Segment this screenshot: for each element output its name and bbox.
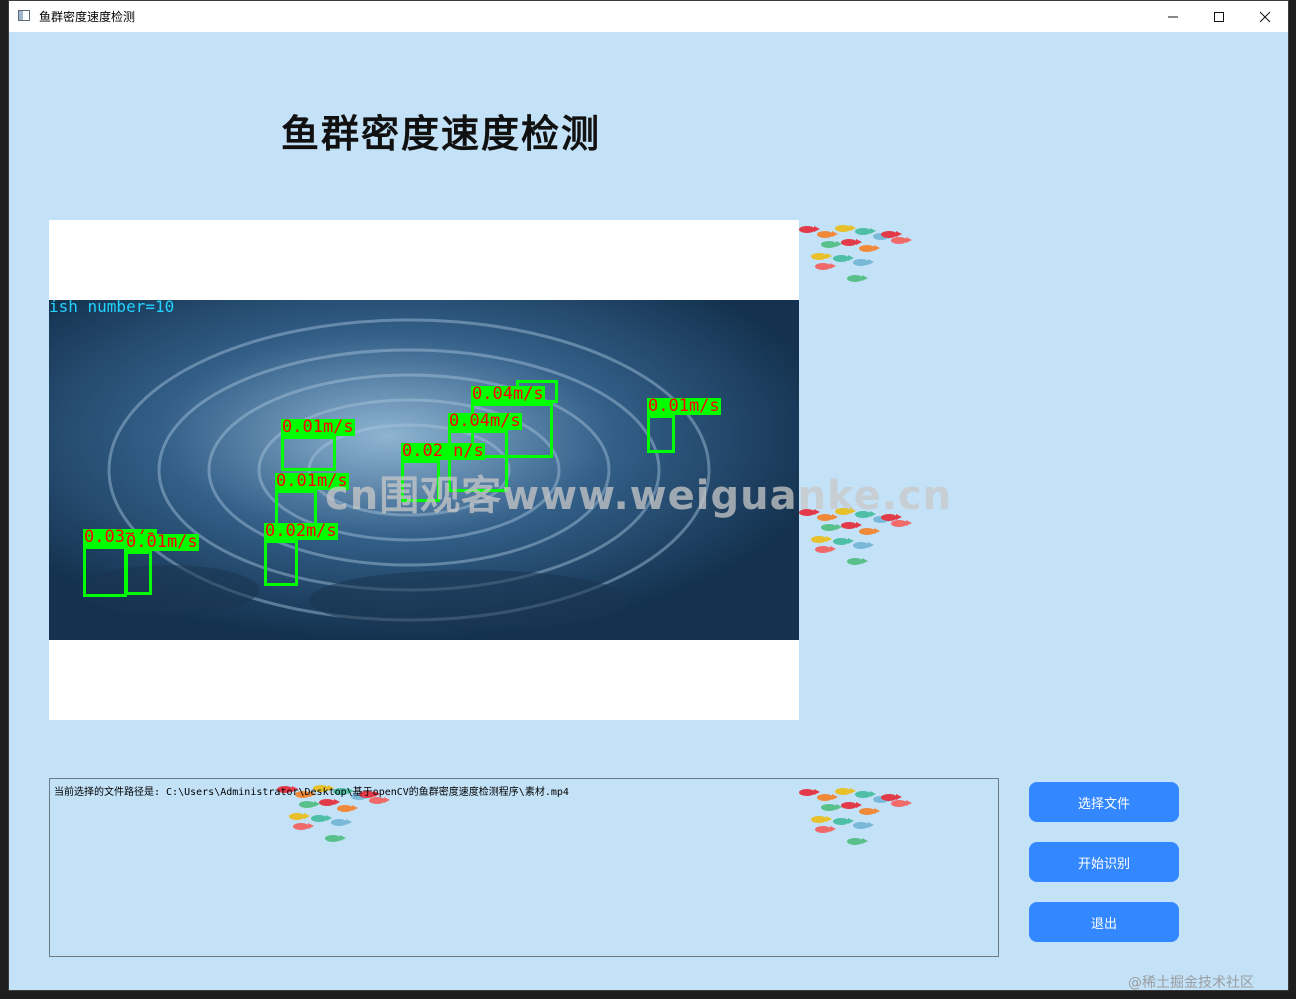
detection-box bbox=[647, 415, 675, 453]
fish-icon bbox=[811, 253, 832, 260]
start-recognition-button[interactable]: 开始识别 bbox=[1029, 842, 1179, 882]
fish-icon bbox=[841, 522, 862, 529]
speed-label: 0.02m/s bbox=[264, 521, 338, 541]
fish-icon bbox=[815, 263, 836, 270]
fish-icon bbox=[821, 524, 842, 531]
window-title: 鱼群密度速度检测 bbox=[39, 10, 136, 24]
fish-icon bbox=[817, 231, 838, 238]
fish-icon bbox=[881, 514, 902, 521]
speed-label: 0.01m/s bbox=[647, 396, 721, 416]
fish-icon bbox=[815, 546, 836, 553]
fish-decoration bbox=[799, 223, 929, 293]
fish-icon bbox=[833, 255, 854, 262]
file-path-text: 当前选择的文件路径是: C:\Users\Administrator\Deskt… bbox=[54, 787, 569, 798]
fish-icon bbox=[855, 511, 876, 518]
maximize-icon bbox=[1214, 11, 1224, 22]
minimize-icon bbox=[1168, 16, 1178, 17]
fish-count-overlay: ish number=10 bbox=[49, 300, 175, 316]
fish-icon bbox=[835, 508, 856, 515]
minimize-button[interactable] bbox=[1150, 1, 1196, 32]
fish-icon bbox=[847, 275, 868, 282]
detection-box bbox=[83, 546, 127, 597]
fish-icon bbox=[833, 538, 854, 545]
close-icon bbox=[1259, 11, 1271, 22]
fish-icon bbox=[881, 231, 902, 238]
detection-box bbox=[125, 551, 152, 595]
fish-icon bbox=[821, 241, 842, 248]
exit-button[interactable]: 退出 bbox=[1029, 902, 1179, 942]
app-icon bbox=[18, 10, 30, 21]
corner-watermark: @稀土掘金技术社区 bbox=[1128, 975, 1254, 991]
select-file-button[interactable]: 选择文件 bbox=[1029, 782, 1179, 822]
detection-box bbox=[264, 540, 298, 586]
fish-icon bbox=[799, 509, 820, 516]
fish-icon bbox=[817, 514, 838, 521]
maximize-button[interactable] bbox=[1196, 1, 1242, 32]
speed-label: 0.04m/s bbox=[471, 384, 545, 404]
fish-decoration bbox=[799, 506, 929, 576]
fish-icon bbox=[859, 528, 880, 535]
fish-icon bbox=[841, 239, 862, 246]
fish-icon bbox=[891, 237, 912, 244]
close-button[interactable] bbox=[1242, 1, 1288, 32]
fish-icon bbox=[853, 542, 874, 549]
speed-label: 0.02 n/s bbox=[401, 441, 485, 461]
fish-icon bbox=[853, 259, 874, 266]
fish-icon bbox=[859, 245, 880, 252]
file-path-textbox[interactable]: 当前选择的文件路径是: C:\Users\Administrator\Deskt… bbox=[49, 778, 999, 957]
fish-icon bbox=[855, 228, 876, 235]
page-title: 鱼群密度速度检测 bbox=[281, 112, 602, 156]
speed-label: 0.01m/s bbox=[125, 532, 199, 552]
fish-icon bbox=[811, 536, 832, 543]
speed-label: 0.04m/s bbox=[448, 411, 522, 431]
speed-label: 0.01m/s bbox=[281, 417, 355, 437]
fish-icon bbox=[799, 226, 820, 233]
app-window: 鱼群密度速度检测 鱼群密度速度检测 ish number=10 0.04m/s … bbox=[8, 0, 1289, 991]
fish-icon bbox=[891, 520, 912, 527]
fish-icon bbox=[847, 558, 868, 565]
fish-icon bbox=[835, 225, 856, 232]
title-bar: 鱼群密度速度检测 bbox=[9, 1, 1288, 32]
